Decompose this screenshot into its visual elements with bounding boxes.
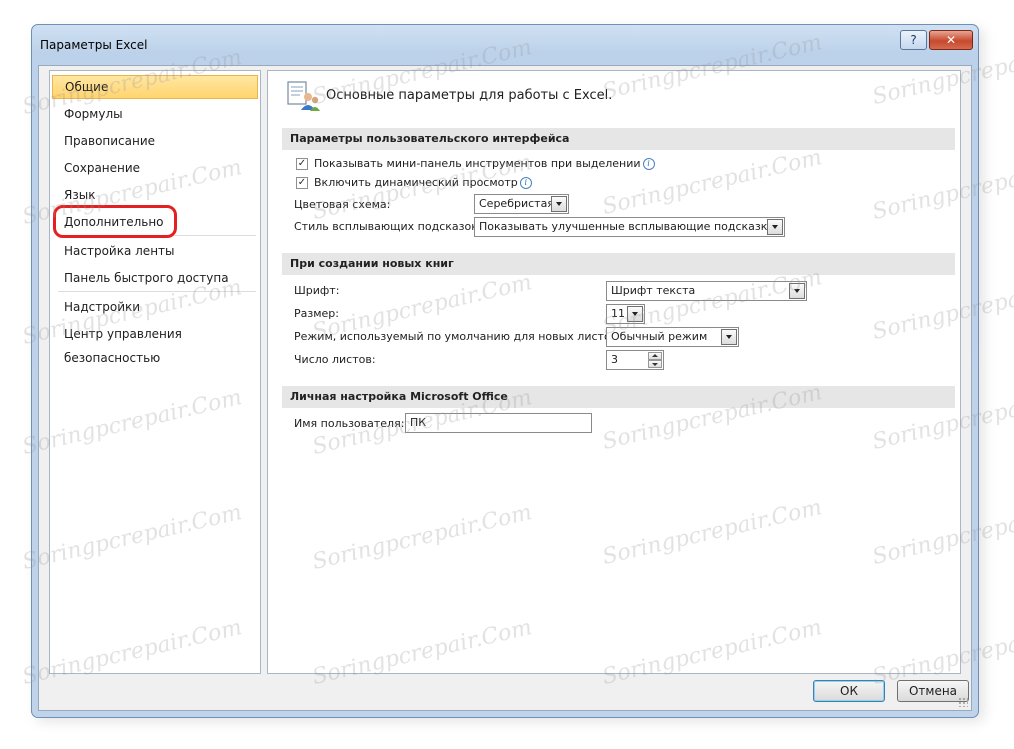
default-view-value: Обычный режим [611, 330, 708, 343]
nav-separator [58, 291, 256, 292]
info-icon: i [519, 177, 532, 189]
font-value: Шрифт текста [611, 284, 696, 297]
username-input[interactable]: ПК [405, 413, 592, 433]
section-personalize-office: Личная настройка Microsoft Office [282, 386, 955, 408]
options-nav: Общие Формулы Правописание Сохранение Яз… [49, 70, 261, 674]
default-view-dropdown[interactable]: Обычный режим [606, 327, 739, 347]
section-new-workbooks: При создании новых книг [282, 253, 955, 275]
live-preview-label: Включить динамический просмотр [314, 176, 518, 189]
nav-item-quick-access-toolbar[interactable]: Панель быстрого доступа [52, 266, 258, 290]
dialog-title: Параметры Excel [40, 38, 148, 52]
resize-grip[interactable] [958, 697, 968, 707]
size-dropdown[interactable]: 11 [606, 304, 645, 324]
ok-button[interactable]: ОК [813, 680, 885, 702]
color-scheme-value: Серебристая [479, 197, 554, 210]
nav-item-add-ins[interactable]: Надстройки [52, 295, 258, 319]
chevron-down-icon[interactable] [721, 329, 737, 345]
sheet-count-value: 3 [611, 353, 618, 366]
mini-toolbar-label: Показывать мини-панель инструментов при … [314, 157, 641, 170]
nav-item-general[interactable]: Общие [52, 75, 258, 99]
chevron-down-icon[interactable] [551, 196, 567, 212]
font-label: Шрифт: [294, 284, 340, 297]
nav-item-save[interactable]: Сохранение [52, 156, 258, 180]
mini-toolbar-checkbox[interactable]: ✓ [296, 158, 308, 170]
username-label: Имя пользователя: [294, 417, 405, 430]
highlight-annotation [53, 205, 177, 238]
tooltip-style-value: Показывать улучшенные всплывающие подска… [479, 220, 775, 233]
nav-item-trust-center[interactable]: Центр управления безопасностью [52, 322, 258, 365]
chevron-down-icon[interactable] [627, 306, 643, 322]
sheet-count-spinner[interactable]: 3 [606, 350, 664, 370]
tooltip-style-dropdown[interactable]: Показывать улучшенные всплывающие подска… [474, 217, 785, 237]
color-scheme-dropdown[interactable]: Серебристая [474, 194, 569, 214]
color-scheme-label: Цветовая схема: [294, 198, 391, 211]
spin-down-icon[interactable] [648, 360, 662, 368]
dialog-body: Общие Формулы Правописание Сохранение Яз… [38, 65, 972, 711]
help-button[interactable]: ? [900, 30, 927, 50]
section-ui-options: Параметры пользовательского интерфейса [282, 128, 955, 150]
options-dialog: Параметры Excel ? ✕ Общие Формулы Правоп… [31, 24, 979, 718]
nav-item-customize-ribbon[interactable]: Настройка ленты [52, 239, 258, 263]
spin-up-icon[interactable] [648, 352, 662, 360]
size-value: 11 [611, 307, 625, 320]
tooltip-style-label: Стиль всплывающих подсказок: [294, 220, 482, 233]
chevron-down-icon[interactable] [767, 219, 783, 235]
chevron-down-icon[interactable] [789, 283, 805, 299]
live-preview-checkbox[interactable]: ✓ [296, 177, 308, 189]
general-options-icon [287, 81, 320, 111]
nav-item-proofing[interactable]: Правописание [52, 129, 258, 153]
size-label: Размер: [294, 307, 339, 320]
nav-item-formulas[interactable]: Формулы [52, 102, 258, 126]
sheet-count-label: Число листов: [294, 353, 376, 366]
nav-item-language[interactable]: Язык [52, 183, 258, 207]
info-icon: i [642, 158, 655, 170]
font-dropdown[interactable]: Шрифт текста [606, 281, 807, 301]
page-title: Основные параметры для работы с Excel. [326, 88, 613, 103]
close-button[interactable]: ✕ [929, 30, 973, 50]
default-view-label: Режим, используемый по умолчанию для нов… [294, 330, 621, 343]
options-content: Основные параметры для работы с Excel. П… [267, 70, 961, 674]
